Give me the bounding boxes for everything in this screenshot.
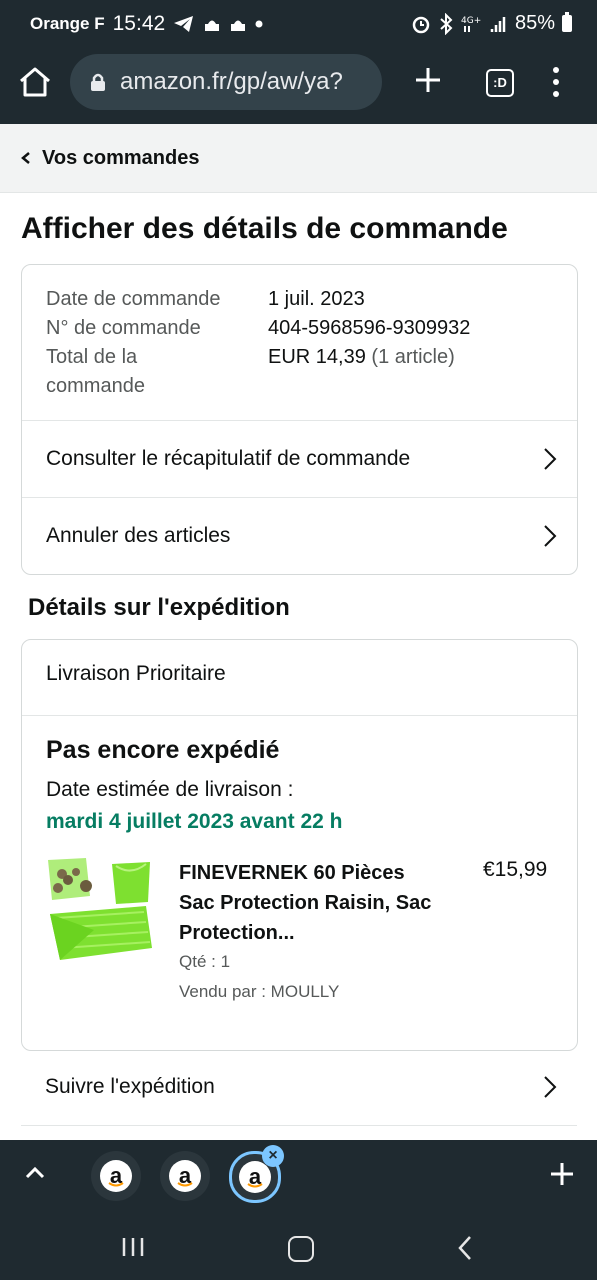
cancel-items-label: Annuler des articles	[46, 524, 231, 547]
product-price: €15,99	[483, 858, 548, 881]
breadcrumb-label[interactable]: Vos commandes	[42, 147, 199, 170]
system-nav-bar	[0, 1212, 597, 1280]
order-summary-card: Date de commande 1 juil. 2023 N° de comm…	[21, 264, 578, 575]
battery-level: 85%	[514, 12, 555, 34]
carrier-name: Orange F	[30, 14, 105, 33]
product-image[interactable]	[46, 856, 154, 964]
chevron-right-icon	[544, 525, 557, 547]
amazon-logo: a	[239, 1161, 271, 1193]
order-total-label-line1: Total de la	[46, 346, 138, 368]
clock: 15:42	[112, 12, 166, 35]
shipping-section-title: Détails sur l'expédition	[28, 594, 290, 621]
telegram-icon	[174, 16, 194, 32]
new-tab-icon[interactable]	[412, 64, 444, 96]
home-icon[interactable]	[17, 64, 53, 100]
chevron-left-icon	[21, 152, 30, 164]
browser-toolbar: amazon.fr/gp/aw/ya? :D	[0, 50, 597, 124]
recent-apps-icon[interactable]	[121, 1236, 145, 1258]
tab-switcher-button[interactable]: :D	[486, 69, 514, 97]
amazon-smile-icon	[177, 1182, 193, 1187]
view-order-summary-link[interactable]: Consulter le récapitulatif de commande	[22, 420, 577, 497]
back-icon[interactable]	[457, 1234, 473, 1262]
track-shipment-link[interactable]: Suivre l'expédition	[21, 1049, 577, 1126]
product-seller: Vendu par : MOULLY	[179, 982, 340, 1001]
delivery-estimate-date: mardi 4 juillet 2023 avant 22 h	[46, 810, 343, 833]
alarm-icon	[412, 16, 430, 33]
cancel-items-link[interactable]: Annuler des articles	[22, 497, 577, 574]
shipment-status: Pas encore expédié	[46, 736, 280, 764]
product-quantity: Qté : 1	[179, 952, 231, 971]
page-title: Afficher des détails de commande	[21, 212, 508, 245]
svg-text:4G+: 4G+	[461, 16, 481, 26]
view-order-summary-label: Consulter le récapitulatif de commande	[46, 447, 411, 470]
lock-icon	[91, 73, 105, 91]
4g-signal-icon: 4G+	[461, 16, 481, 32]
order-date-label: Date de commande	[46, 288, 221, 310]
bluetooth-icon	[440, 12, 453, 35]
order-number-value: 404-5968596-9309932	[268, 317, 471, 339]
status-bar: Orange F 15:42 4G+ 85%	[0, 0, 597, 50]
breadcrumb[interactable]: Vos commandes	[0, 124, 597, 193]
home-nav-icon[interactable]	[288, 1236, 314, 1262]
mosque-icon	[231, 20, 246, 31]
order-date-value: 1 juil. 2023	[268, 288, 365, 310]
delivery-estimate-label: Date estimée de livraison :	[46, 778, 294, 801]
order-number-label: N° de commande	[46, 317, 201, 339]
address-bar[interactable]: amazon.fr/gp/aw/ya?	[70, 54, 382, 110]
browser-tab[interactable]: a	[160, 1151, 210, 1201]
order-summary: Date de commande 1 juil. 2023 N° de comm…	[46, 285, 470, 401]
shipment-card: Livraison Prioritaire Pas encore expédié…	[21, 639, 578, 1051]
order-item-count: (1 article)	[371, 346, 455, 368]
amazon-logo: a	[100, 1160, 132, 1192]
mosque-icon	[205, 20, 220, 31]
amazon-logo: a	[169, 1160, 201, 1192]
amazon-smile-icon	[247, 1183, 263, 1188]
chevron-up-icon[interactable]	[24, 1164, 46, 1180]
shipping-method: Livraison Prioritaire	[46, 662, 226, 685]
chevron-right-icon	[544, 1076, 557, 1098]
order-total-label-line2: commande	[46, 375, 145, 397]
order-total-value: EUR 14,39 (1 article)	[268, 343, 455, 401]
notification-dot-icon	[255, 20, 263, 28]
amazon-smile-icon	[108, 1182, 124, 1187]
battery-icon	[562, 12, 572, 32]
order-total-amount: EUR 14,39	[268, 346, 366, 368]
close-tab-icon[interactable]: ×	[262, 1145, 284, 1167]
cell-signal-icon	[490, 16, 506, 32]
track-shipment-label: Suivre l'expédition	[45, 1075, 215, 1098]
browser-tab[interactable]: a	[91, 1151, 141, 1201]
order-total-label: Total de la commande	[46, 343, 268, 401]
product-title-link[interactable]: FINEVERNEK 60 Pièces Sac Protection Rais…	[179, 858, 439, 948]
url-text[interactable]: amazon.fr/gp/aw/ya?	[120, 68, 375, 96]
tab-strip: a a a ×	[0, 1140, 597, 1212]
overflow-menu-icon[interactable]	[548, 67, 564, 97]
chevron-right-icon	[544, 448, 557, 470]
divider	[22, 715, 577, 716]
new-tab-icon[interactable]	[548, 1160, 576, 1188]
